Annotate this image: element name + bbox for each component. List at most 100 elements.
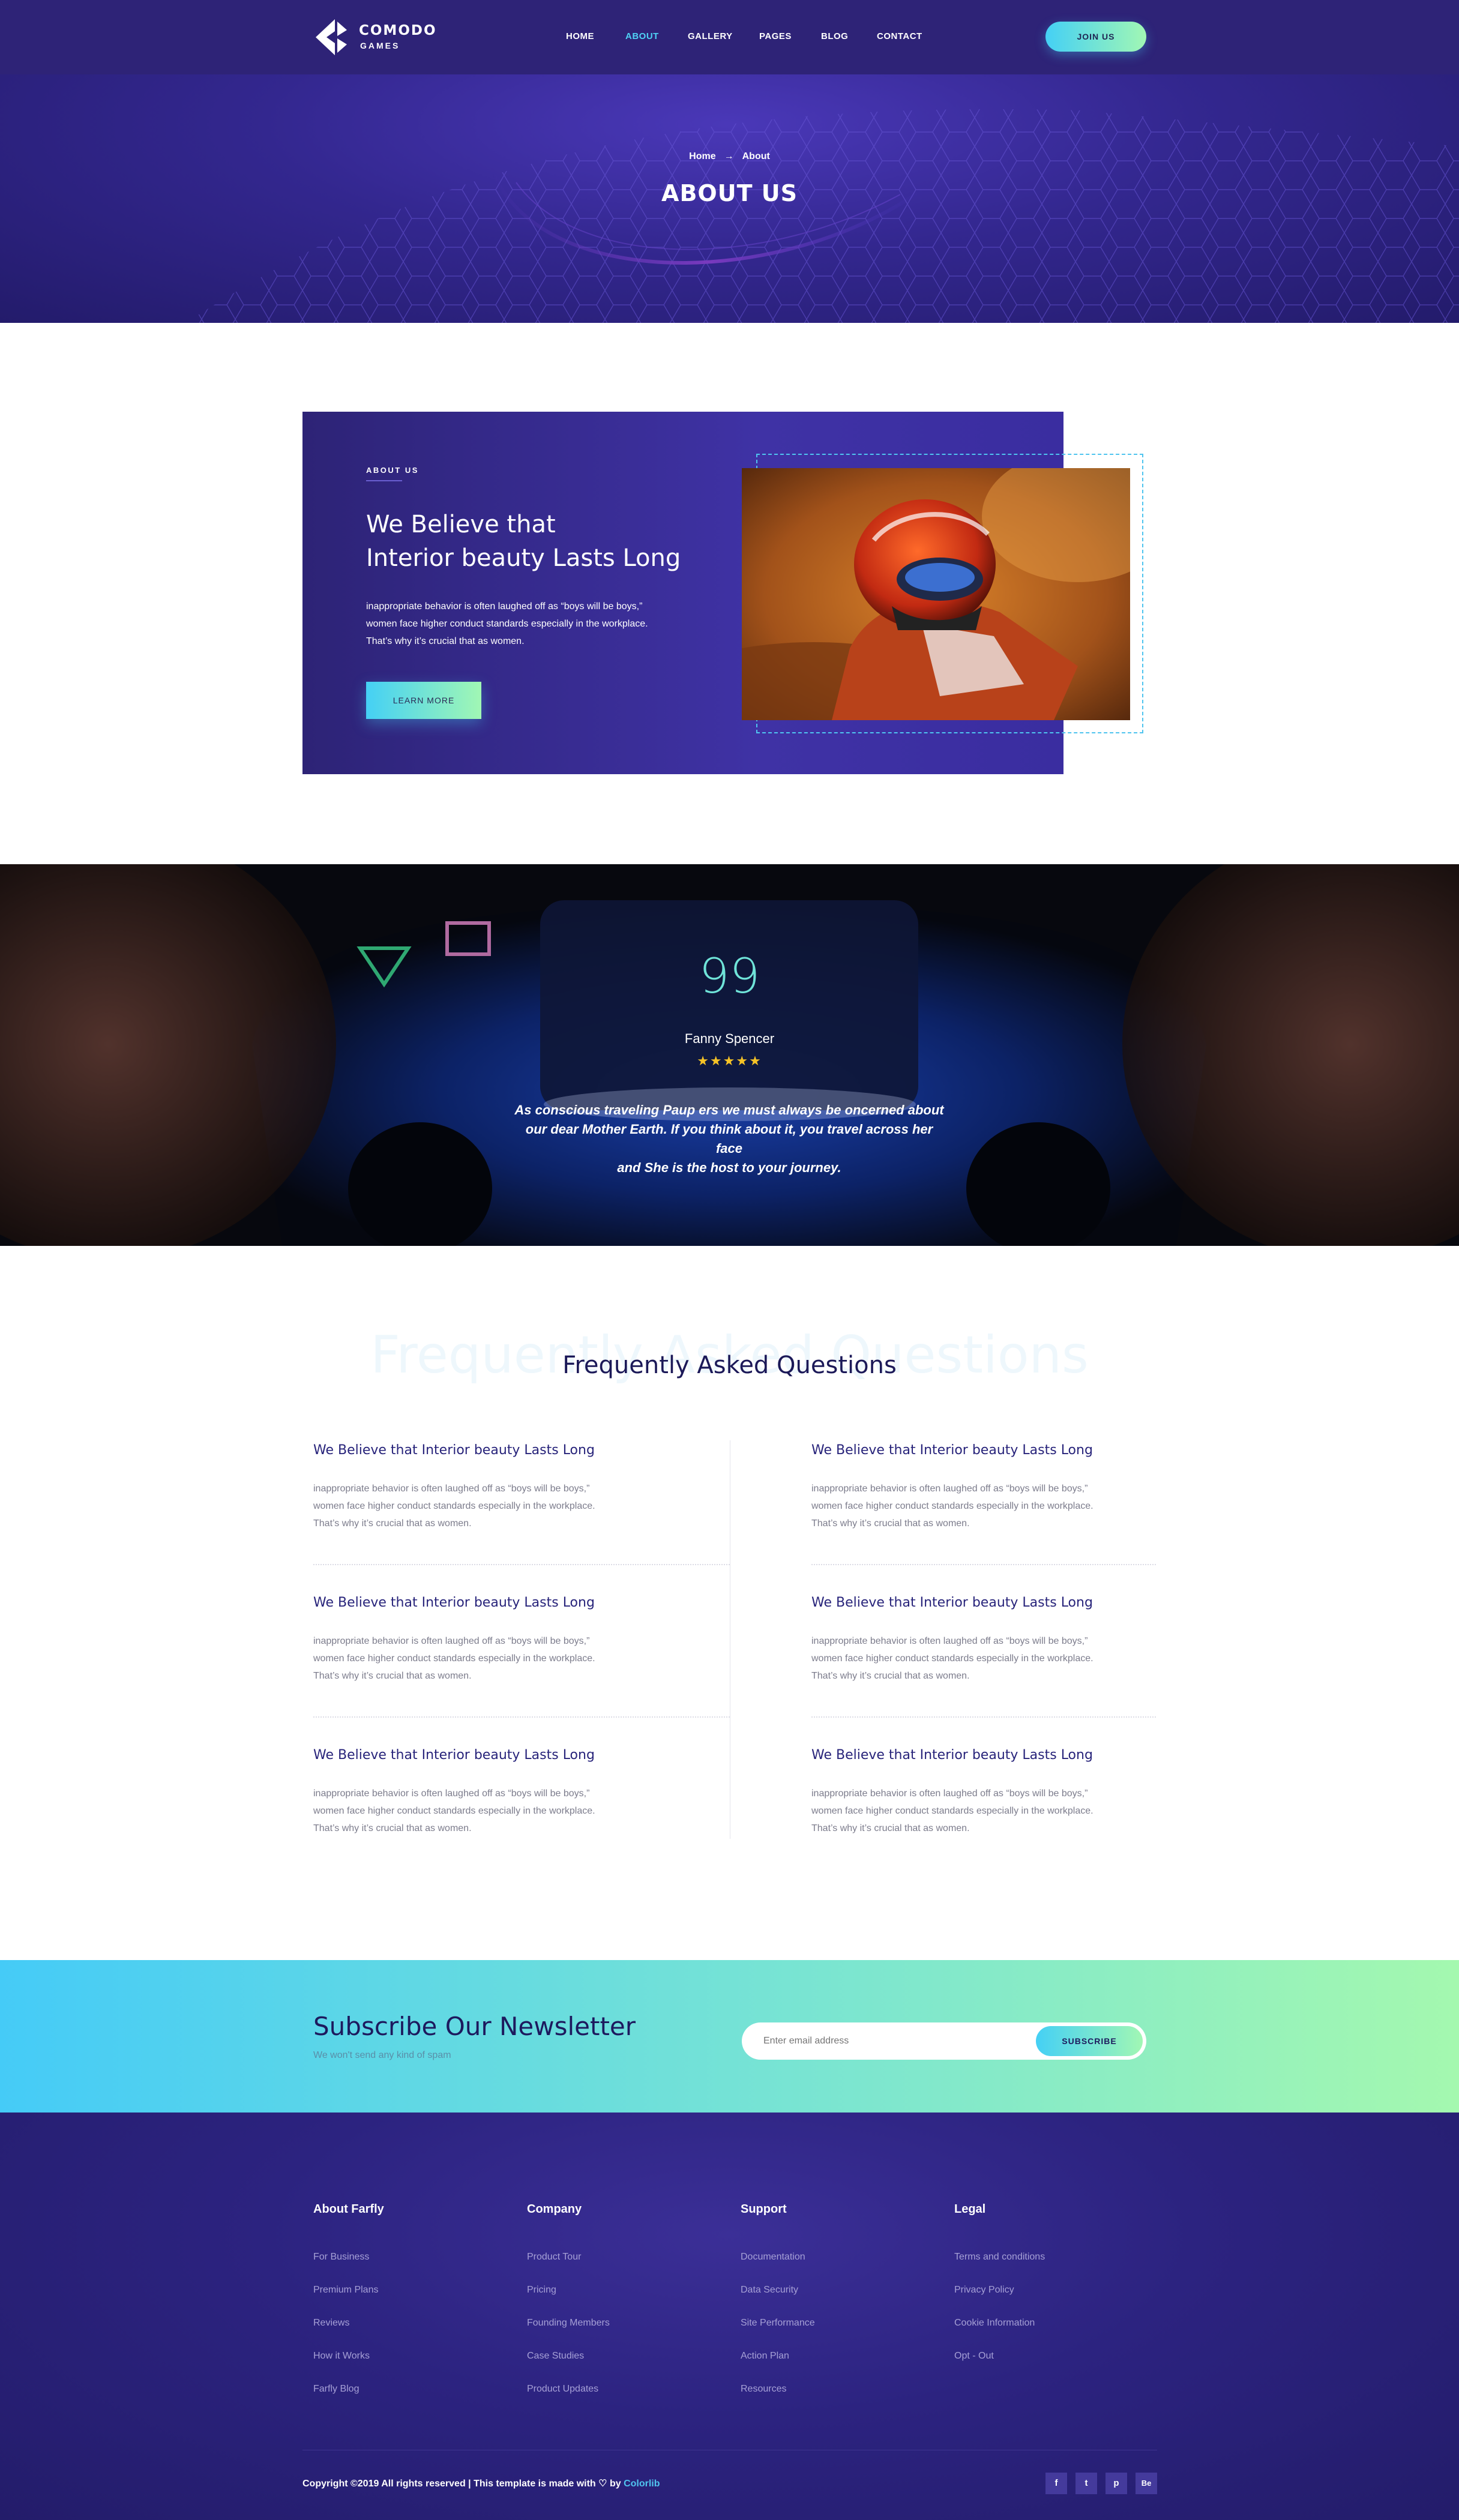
newsletter-section: Subscribe Our Newsletter We won't send a… bbox=[0, 1960, 1459, 2113]
footer-link[interactable]: Product Updates bbox=[527, 2384, 598, 2395]
nav-blog[interactable]: BLOG bbox=[821, 31, 848, 41]
about-heading-line: We Believe that bbox=[366, 511, 556, 538]
faq-answer-line: inappropriate behavior is often laughed … bbox=[313, 1636, 590, 1646]
logo[interactable]: COMODO GAMES bbox=[313, 18, 436, 56]
footer-link[interactable]: Product Tour bbox=[527, 2252, 581, 2263]
footer-link[interactable]: Action Plan bbox=[741, 2351, 789, 2362]
faq-question[interactable]: We Believe that Interior beauty Lasts Lo… bbox=[811, 1443, 1093, 1458]
footer-column-title: Legal bbox=[954, 2203, 986, 2216]
newsletter-title: Subscribe Our Newsletter bbox=[313, 2012, 636, 2041]
faq-title: Frequently Asked Questions bbox=[562, 1352, 897, 1379]
faq-answer-line: women face higher conduct standards espe… bbox=[811, 1806, 1093, 1816]
crumb-home[interactable]: Home bbox=[689, 151, 715, 161]
play-triangle-logo-icon bbox=[316, 19, 347, 55]
copyright: Copyright ©2019 All rights reserved | Th… bbox=[302, 2477, 660, 2489]
faq-question[interactable]: We Believe that Interior beauty Lasts Lo… bbox=[313, 1748, 595, 1763]
footer-link[interactable]: Premium Plans bbox=[313, 2285, 378, 2296]
footer-column-title: Company bbox=[527, 2203, 582, 2216]
faq-answer: inappropriate behavior is often laughed … bbox=[313, 1480, 649, 1532]
nav-home[interactable]: HOME bbox=[566, 31, 594, 41]
copyright-text: Copyright ©2019 All rights reserved | Th… bbox=[302, 2479, 596, 2489]
subscribe-button[interactable]: SUBSCRIBE bbox=[1036, 2026, 1143, 2056]
faq-answer-line: inappropriate behavior is often laughed … bbox=[313, 1788, 590, 1799]
faq-answer-line: That’s why it’s crucial that as women. bbox=[811, 1671, 970, 1681]
faq-question[interactable]: We Believe that Interior beauty Lasts Lo… bbox=[313, 1595, 595, 1610]
heart-icon: ♡ bbox=[598, 2479, 607, 2489]
faq-question[interactable]: We Believe that Interior beauty Lasts Lo… bbox=[811, 1595, 1093, 1610]
crumb-current: About bbox=[742, 151, 770, 161]
email-input[interactable] bbox=[763, 2022, 1027, 2060]
faq-answer-line: inappropriate behavior is often laughed … bbox=[811, 1788, 1088, 1799]
faq-answer-line: inappropriate behavior is often laughed … bbox=[313, 1484, 590, 1494]
faq-answer-line: inappropriate behavior is often laughed … bbox=[811, 1484, 1088, 1494]
faq-answer-line: women face higher conduct standards espe… bbox=[313, 1806, 595, 1816]
footer-link[interactable]: Case Studies bbox=[527, 2351, 584, 2362]
footer-link[interactable]: Reviews bbox=[313, 2318, 349, 2329]
site-footer: About Farfly For Business Premium Plans … bbox=[0, 2113, 1459, 2520]
faq-divider bbox=[811, 1564, 1156, 1565]
faq-divider bbox=[313, 1564, 730, 1565]
faq-answer-line: women face higher conduct standards espe… bbox=[313, 1653, 595, 1664]
site-header: COMODO GAMES HOME ABOUT GALLERY PAGES BL… bbox=[0, 0, 1459, 74]
about-text-line: inappropriate behavior is often laughed … bbox=[366, 601, 643, 612]
footer-link[interactable]: Terms and conditions bbox=[954, 2252, 1045, 2263]
logo-title: COMODO bbox=[359, 23, 437, 38]
footer-link[interactable]: Site Performance bbox=[741, 2318, 815, 2329]
behance-icon[interactable]: Be bbox=[1136, 2473, 1157, 2494]
colorlib-link[interactable]: Colorlib bbox=[624, 2479, 660, 2489]
testimonial-section: 99 Fanny Spencer ★★★★★ As conscious trav… bbox=[0, 864, 1459, 1246]
motocross-rider-image bbox=[742, 468, 1130, 720]
footer-column-title: Support bbox=[741, 2203, 787, 2216]
newsletter-form: SUBSCRIBE bbox=[742, 2022, 1146, 2060]
facebook-icon[interactable]: f bbox=[1045, 2473, 1067, 2494]
footer-link[interactable]: Founding Members bbox=[527, 2318, 610, 2329]
faq-answer-line: That’s why it’s crucial that as women. bbox=[313, 1823, 472, 1833]
faq-answer-line: women face higher conduct standards espe… bbox=[811, 1501, 1093, 1511]
nav-contact[interactable]: CONTACT bbox=[877, 31, 922, 41]
faq-answer-line: inappropriate behavior is often laughed … bbox=[811, 1636, 1088, 1646]
quote-icon: 99 bbox=[699, 948, 760, 1004]
nav-about[interactable]: ABOUT bbox=[625, 31, 659, 41]
footer-link[interactable]: Farfly Blog bbox=[313, 2384, 359, 2395]
faq-answer: inappropriate behavior is often laughed … bbox=[811, 1480, 1148, 1532]
about-text: inappropriate behavior is often laughed … bbox=[366, 598, 702, 650]
faq-divider bbox=[811, 1716, 1156, 1718]
footer-link[interactable]: Documentation bbox=[741, 2252, 805, 2263]
footer-link[interactable]: Privacy Policy bbox=[954, 2285, 1014, 2296]
footer-link[interactable]: Resources bbox=[741, 2384, 786, 2395]
faq-answer: inappropriate behavior is often laughed … bbox=[811, 1785, 1148, 1837]
dribbble-icon[interactable]: p bbox=[1106, 2473, 1127, 2494]
about-text-line: That’s why it’s crucial that as women. bbox=[366, 636, 525, 646]
footer-link[interactable]: Data Security bbox=[741, 2285, 798, 2296]
testimonial-quote-line: As conscious traveling Paup ers we must … bbox=[514, 1102, 944, 1117]
about-heading-line: Interior beauty Lasts Long bbox=[366, 544, 681, 572]
learn-more-button[interactable]: LEARN MORE bbox=[366, 682, 481, 719]
about-heading: We Believe that Interior beauty Lasts Lo… bbox=[366, 508, 702, 575]
faq-answer-line: That’s why it’s crucial that as women. bbox=[313, 1671, 472, 1681]
footer-column-title: About Farfly bbox=[313, 2203, 384, 2216]
faq-question[interactable]: We Believe that Interior beauty Lasts Lo… bbox=[313, 1443, 595, 1458]
footer-link[interactable]: Pricing bbox=[527, 2285, 556, 2296]
faq-question[interactable]: We Believe that Interior beauty Lasts Lo… bbox=[811, 1748, 1093, 1763]
faq-answer-line: women face higher conduct standards espe… bbox=[811, 1653, 1093, 1664]
nav-gallery[interactable]: GALLERY bbox=[688, 31, 733, 41]
footer-link[interactable]: For Business bbox=[313, 2252, 369, 2263]
logo-subtitle: GAMES bbox=[360, 41, 400, 50]
star-icon: ★★★★★ bbox=[697, 1054, 762, 1069]
twitter-icon[interactable]: t bbox=[1075, 2473, 1097, 2494]
footer-link[interactable]: Opt - Out bbox=[954, 2351, 994, 2362]
about-label: ABOUT US bbox=[366, 466, 419, 475]
join-us-button[interactable]: JOIN US bbox=[1045, 22, 1146, 52]
faq-answer: inappropriate behavior is often laughed … bbox=[313, 1632, 649, 1685]
faq-answer-line: That’s why it’s crucial that as women. bbox=[811, 1518, 970, 1529]
nav-pages[interactable]: PAGES bbox=[759, 31, 792, 41]
arrow-right-icon: → bbox=[724, 151, 734, 161]
faq-answer-line: That’s why it’s crucial that as women. bbox=[811, 1823, 970, 1833]
faq-answer-line: women face higher conduct standards espe… bbox=[313, 1501, 595, 1511]
faq-answer: inappropriate behavior is often laughed … bbox=[313, 1785, 649, 1837]
footer-link[interactable]: How it Works bbox=[313, 2351, 370, 2362]
copyright-by: by bbox=[609, 2479, 621, 2489]
testimonial-quote-line: our dear Mother Earth. If you think abou… bbox=[525, 1122, 933, 1156]
footer-link[interactable]: Cookie Information bbox=[954, 2318, 1035, 2329]
testimonial-name: Fanny Spencer bbox=[684, 1031, 775, 1046]
